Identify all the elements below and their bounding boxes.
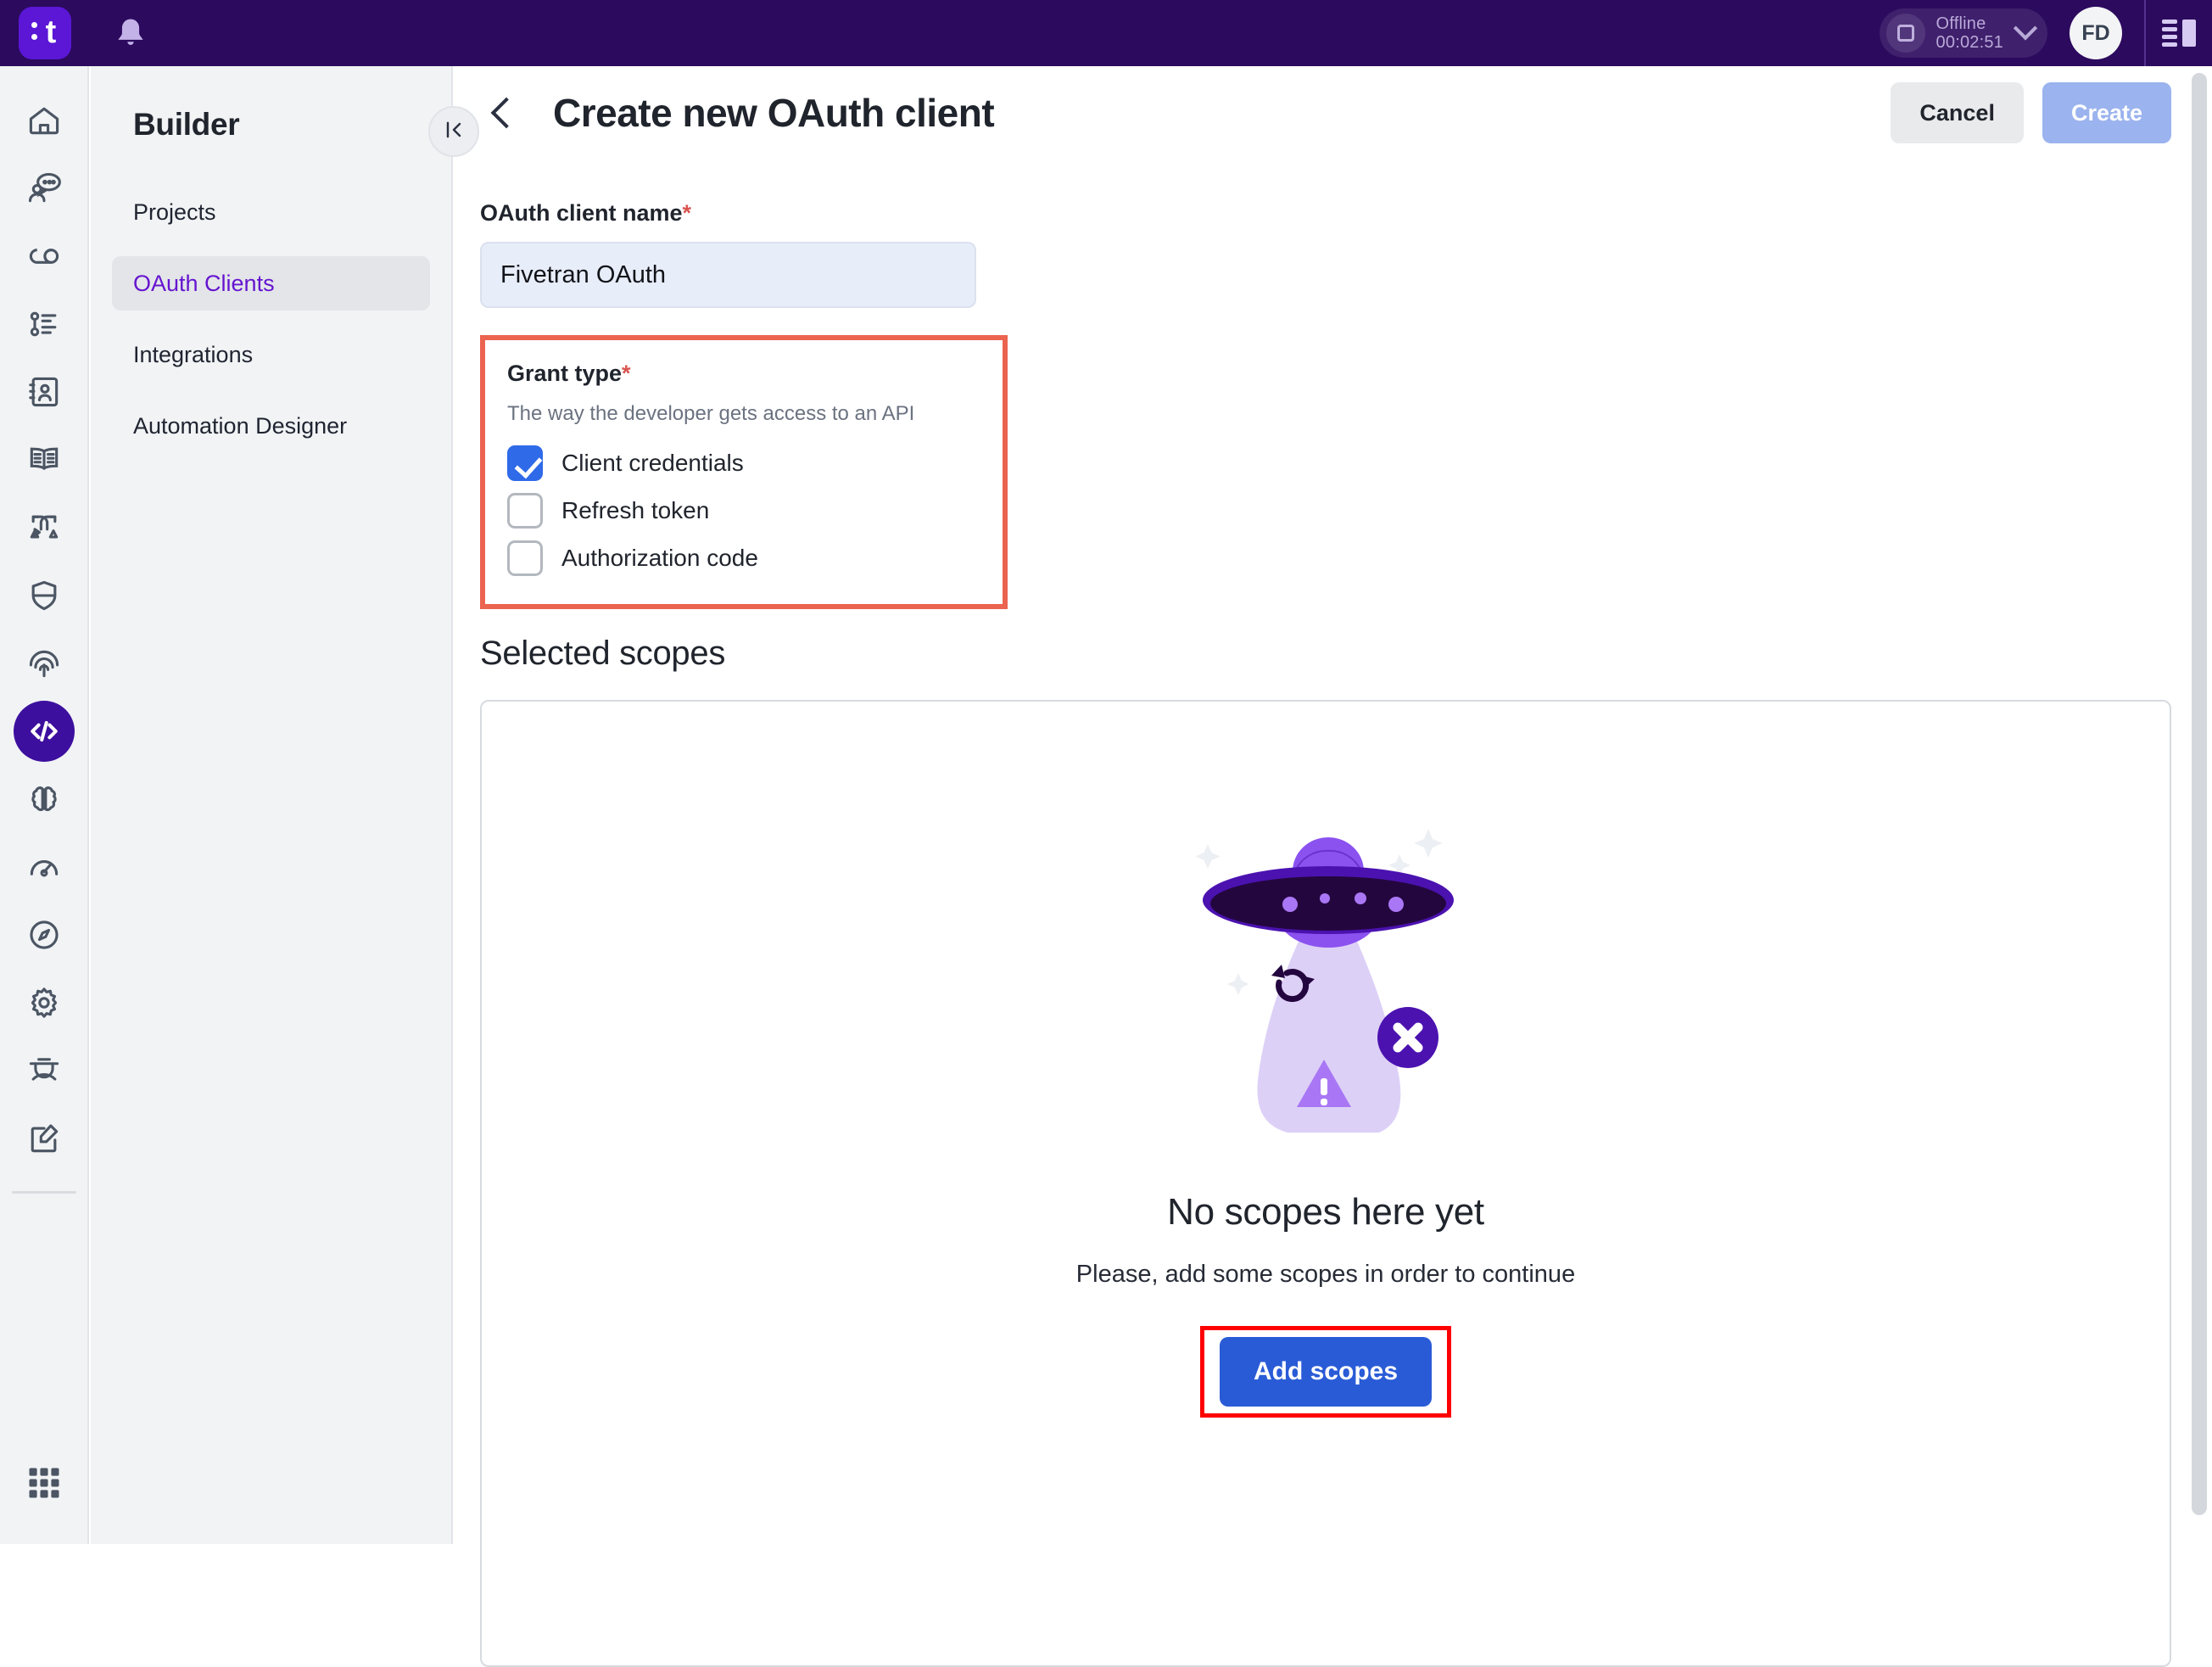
sidebar-item-integrations[interactable]: Integrations bbox=[112, 327, 430, 382]
checkbox-row-refresh-token[interactable]: Refresh token bbox=[507, 487, 980, 534]
client-name-label: OAuth client name* bbox=[480, 200, 2212, 227]
sidebar-item-automation-designer[interactable]: Automation Designer bbox=[112, 399, 430, 453]
collapse-panel-icon bbox=[442, 118, 466, 146]
toggle-right-panel-icon[interactable] bbox=[2146, 0, 2212, 66]
rail-item-settings[interactable] bbox=[14, 972, 75, 1033]
gear-icon bbox=[25, 984, 63, 1021]
status-timer: 00:02:51 bbox=[1936, 33, 2003, 52]
grant-type-description: The way the developer gets access to an … bbox=[507, 402, 915, 425]
client-name-label-text: OAuth client name bbox=[480, 200, 683, 226]
add-scopes-highlight: Add scopes bbox=[1199, 1326, 1452, 1418]
grant-type-label-text: Grant type bbox=[507, 361, 623, 386]
rail-item-explore[interactable] bbox=[14, 904, 75, 965]
avatar[interactable]: FD bbox=[2070, 7, 2122, 59]
open-book-icon bbox=[25, 441, 63, 478]
contact-book-icon bbox=[25, 373, 63, 411]
brain-icon bbox=[25, 780, 63, 818]
sidebar-nav: Projects OAuth Clients Integrations Auto… bbox=[112, 185, 430, 453]
checkbox-refresh-token[interactable] bbox=[507, 493, 543, 529]
top-bar: t Offline 00:02:51 FD bbox=[0, 0, 2212, 66]
logo-dots-icon bbox=[31, 22, 37, 46]
chevron-down-icon[interactable] bbox=[2013, 16, 2038, 41]
rail-item-ai[interactable] bbox=[14, 769, 75, 830]
compass-icon bbox=[25, 916, 63, 954]
page-scrollbar-thumb[interactable] bbox=[2192, 73, 2207, 1515]
status-label: Offline bbox=[1936, 14, 1986, 33]
rail-item-builder[interactable] bbox=[13, 701, 75, 762]
status-selector[interactable]: Offline 00:02:51 bbox=[1879, 8, 2047, 58]
status-text: Offline 00:02:51 bbox=[1936, 14, 2003, 53]
scopes-empty-state-card: No scopes here yet Please, add some scop… bbox=[480, 700, 2171, 1667]
checkbox-label-authorization-code: Authorization code bbox=[561, 545, 758, 571]
add-scopes-button[interactable]: Add scopes bbox=[1219, 1337, 1433, 1407]
chat-user-icon bbox=[25, 170, 63, 207]
checkbox-client-credentials[interactable] bbox=[507, 445, 543, 481]
oauth-form: OAuth client name* Grant type* The way t… bbox=[455, 159, 2212, 609]
rail-item-conversations[interactable] bbox=[14, 158, 75, 219]
cancel-button[interactable]: Cancel bbox=[1891, 82, 2024, 143]
checkbox-row-client-credentials[interactable]: Client credentials bbox=[507, 439, 980, 487]
page-header: Create new OAuth client Cancel Create bbox=[455, 66, 2212, 159]
logo-letter: t bbox=[45, 14, 57, 50]
header-actions: Cancel Create bbox=[1891, 82, 2171, 143]
ufo-abduction-illustration bbox=[1186, 810, 1466, 1137]
shield-icon bbox=[25, 577, 63, 614]
selected-scopes-title: Selected scopes bbox=[480, 635, 726, 672]
rail-item-connections[interactable] bbox=[14, 226, 75, 287]
client-name-input[interactable] bbox=[480, 242, 976, 308]
required-asterisk: * bbox=[682, 200, 692, 226]
empty-state-subtitle: Please, add some scopes in order to cont… bbox=[1075, 1261, 1576, 1288]
top-bar-right: Offline 00:02:51 FD bbox=[1879, 0, 2212, 66]
builder-sidebar: Builder Projects OAuth Clients Integrati… bbox=[91, 66, 453, 1544]
grant-type-label: Grant type* bbox=[507, 361, 980, 387]
task-list-icon bbox=[25, 305, 63, 343]
rail-item-notes[interactable] bbox=[14, 1108, 75, 1169]
apps-grid-icon bbox=[26, 1465, 62, 1501]
rail-item-security[interactable] bbox=[14, 565, 75, 626]
home-icon bbox=[25, 102, 63, 139]
rail-item-knowledge[interactable] bbox=[14, 429, 75, 490]
checkbox-row-authorization-code[interactable]: Authorization code bbox=[507, 534, 980, 582]
rail-item-contacts[interactable] bbox=[14, 361, 75, 422]
code-brackets-icon bbox=[25, 713, 63, 750]
rail-item-identity[interactable] bbox=[14, 633, 75, 694]
collapse-sidebar-button[interactable] bbox=[428, 106, 479, 157]
grant-type-group-highlight: Grant type* The way the developer gets a… bbox=[480, 335, 1008, 609]
rail-item-tasks[interactable] bbox=[14, 294, 75, 355]
graduation-cap-icon bbox=[25, 1052, 63, 1089]
fingerprint-icon bbox=[25, 645, 63, 682]
create-button[interactable]: Create bbox=[2042, 82, 2171, 143]
edit-note-icon bbox=[25, 1120, 63, 1157]
rail-item-performance[interactable] bbox=[14, 836, 75, 898]
checkbox-label-client-credentials: Client credentials bbox=[561, 450, 744, 476]
sidebar-item-projects[interactable]: Projects bbox=[112, 185, 430, 239]
page-title: Create new OAuth client bbox=[553, 91, 995, 135]
page-scrollbar-track[interactable] bbox=[2187, 66, 2212, 1544]
app-logo[interactable]: t bbox=[19, 7, 71, 59]
sidebar-item-oauth-clients[interactable]: OAuth Clients bbox=[112, 256, 430, 310]
checkbox-authorization-code[interactable] bbox=[507, 540, 543, 576]
back-button-icon[interactable] bbox=[490, 97, 522, 129]
notifications-bell-icon[interactable] bbox=[112, 14, 149, 53]
sidebar-title: Builder bbox=[133, 107, 240, 142]
rail-item-home[interactable] bbox=[14, 90, 75, 151]
main-content: Create new OAuth client Cancel Create OA… bbox=[455, 66, 2212, 1667]
required-asterisk: * bbox=[622, 361, 631, 386]
empty-state-title: No scopes here yet bbox=[1167, 1191, 1484, 1233]
rail-item-workflows[interactable] bbox=[14, 497, 75, 558]
workflow-split-icon bbox=[25, 509, 63, 546]
rail-item-apps[interactable] bbox=[14, 1452, 75, 1513]
rail-item-academy[interactable] bbox=[14, 1040, 75, 1101]
checkbox-label-refresh-token: Refresh token bbox=[561, 497, 710, 523]
icon-rail bbox=[0, 66, 89, 1544]
gauge-icon bbox=[25, 848, 63, 886]
link-chain-icon bbox=[25, 238, 63, 275]
status-square-icon bbox=[1885, 14, 1925, 53]
rail-divider bbox=[11, 1191, 76, 1194]
